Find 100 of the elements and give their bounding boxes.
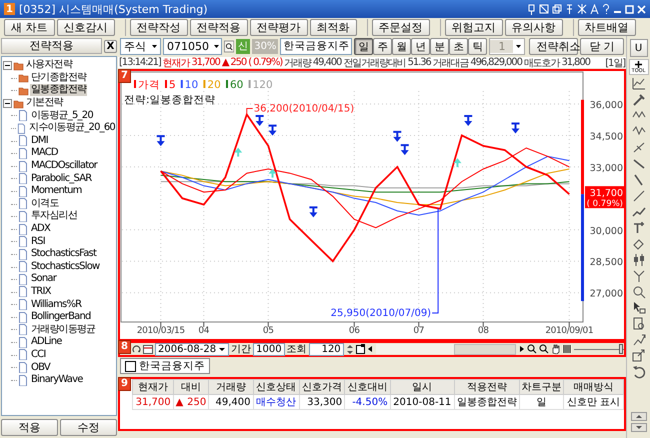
window-icon[interactable]: [356, 344, 365, 354]
tree-item[interactable]: CCI: [30, 348, 47, 361]
undo-icon[interactable]: [632, 365, 646, 379]
column-header[interactable]: 매매방식: [564, 380, 624, 394]
zoom-slider[interactable]: [619, 344, 623, 354]
tree-item[interactable]: 기본전략: [25, 97, 64, 110]
tree-item[interactable]: StochasticsSlow: [30, 260, 100, 273]
toolbar-button[interactable]: 신호감시: [56, 18, 114, 36]
column-header[interactable]: 현재가: [132, 380, 174, 394]
close-icon[interactable]: [637, 4, 646, 14]
zoom-out-icon[interactable]: [539, 344, 549, 354]
period-field[interactable]: 1000: [253, 342, 285, 356]
tree-item[interactable]: 이동평균_5_20: [30, 110, 94, 122]
period-tab[interactable]: 월: [392, 38, 412, 55]
tree-item[interactable]: BinaryWave: [30, 374, 84, 386]
symbol-tab[interactable]: 한국금융지주: [120, 358, 210, 374]
tree-item[interactable]: Williams%R: [30, 298, 82, 311]
calendar-icon[interactable]: [143, 344, 153, 354]
toolbar-button[interactable]: 전략평가: [250, 18, 308, 36]
zoom-in-icon[interactable]: [527, 344, 537, 354]
tree-item[interactable]: 일봉종합전략: [30, 84, 88, 96]
column-header[interactable]: 거래량: [208, 380, 253, 394]
column-header[interactable]: 일시: [390, 380, 454, 394]
column-header[interactable]: 차트구분: [519, 380, 564, 394]
period-tab[interactable]: 주: [373, 38, 392, 55]
period-tab[interactable]: 틱: [468, 38, 488, 55]
refresh-icon[interactable]: [132, 344, 141, 354]
code-field[interactable]: 071050: [163, 38, 222, 55]
action-button[interactable]: 전략취소: [529, 38, 578, 55]
arrows-icon[interactable]: [632, 333, 646, 347]
column-header[interactable]: 신호상태: [253, 380, 300, 394]
copy-icon[interactable]: [552, 4, 562, 14]
scroll-up-icon[interactable]: [630, 412, 646, 421]
cursor-icon[interactable]: [632, 301, 646, 315]
pin-icon[interactable]: [527, 4, 536, 14]
text-tool-icon[interactable]: [632, 221, 646, 235]
toolbar-button[interactable]: 새 차트: [4, 18, 54, 36]
period-tab[interactable]: 일: [354, 38, 374, 55]
export-icon[interactable]: [632, 349, 646, 363]
tree-item[interactable]: 단기종합전략: [30, 72, 88, 84]
close-button[interactable]: X: [104, 40, 117, 52]
toolbar-button[interactable]: 최적화: [310, 18, 356, 36]
period-tab[interactable]: 년: [411, 38, 430, 55]
chart-icon[interactable]: [632, 77, 646, 91]
scroll-down-icon[interactable]: [630, 423, 646, 432]
tree-item[interactable]: DMI: [30, 134, 49, 147]
tree-item[interactable]: ADLine: [30, 336, 63, 348]
tree-item[interactable]: 사용자전략: [25, 59, 74, 72]
tree-item[interactable]: Momentum: [30, 185, 83, 198]
collapse-icon[interactable]: [3, 60, 12, 70]
toolbar-button[interactable]: 유의사항: [504, 18, 562, 36]
scroll-right-icon[interactable]: [518, 344, 525, 354]
toolbar-button[interactable]: 주문설정: [372, 18, 430, 36]
pin-icon[interactable]: [565, 4, 574, 14]
tree-item[interactable]: 거래량이동평균: [30, 324, 96, 336]
sidebar-button[interactable]: 수정: [60, 419, 117, 436]
search-icon[interactable]: [224, 39, 234, 54]
bars-icon[interactable]: [563, 344, 572, 354]
page-search-icon[interactable]: [632, 317, 646, 331]
toolbar-button[interactable]: U: [630, 39, 648, 57]
line-tool-icon[interactable]: [632, 141, 646, 155]
diagonal-line-icon[interactable]: [632, 157, 646, 171]
scrollbar[interactable]: [376, 344, 516, 354]
toolbar-button[interactable]: 위험고지: [444, 18, 502, 36]
trend-icon[interactable]: [632, 205, 646, 219]
period-tab[interactable]: 분: [430, 38, 450, 55]
sidebar-button[interactable]: 적용: [1, 419, 58, 436]
date-field[interactable]: 2006-08-28: [155, 342, 230, 356]
action-button[interactable]: 닫 기: [580, 38, 624, 55]
column-header[interactable]: 신호가격: [299, 380, 345, 394]
font-icon[interactable]: [590, 4, 599, 14]
tree-item[interactable]: 지수이동평균_20_60: [28, 122, 116, 134]
period-tab[interactable]: 초: [449, 38, 468, 55]
column-header[interactable]: 적용전략: [454, 380, 520, 394]
tree-item[interactable]: ADX: [30, 223, 51, 236]
tree-item[interactable]: RSI: [30, 236, 46, 248]
tree-item[interactable]: MACD: [30, 147, 59, 160]
tree-item[interactable]: StochasticsFast: [30, 248, 98, 260]
market-select[interactable]: 주식: [120, 38, 161, 55]
tree-item[interactable]: MACDOscillator: [30, 160, 98, 172]
hand-icon[interactable]: [551, 344, 561, 354]
maximize-icon[interactable]: [625, 4, 634, 14]
tree-item[interactable]: 이격도: [30, 198, 60, 210]
help-icon[interactable]: [602, 4, 610, 14]
toolbar-button[interactable]: 전략작성: [130, 18, 188, 36]
diagonal-line-icon[interactable]: [632, 173, 646, 187]
column-header[interactable]: 신호대비: [344, 380, 390, 394]
line-icon[interactable]: [632, 189, 646, 203]
tree-item[interactable]: Parabolic_SAR: [30, 172, 92, 185]
checkbox[interactable]: [125, 360, 136, 372]
collapse-icon[interactable]: [3, 98, 12, 108]
tree-item[interactable]: 투자심리선: [30, 210, 78, 222]
tool-icon[interactable]: [632, 93, 646, 107]
tree-item[interactable]: OBV: [30, 362, 51, 374]
toolbar-button[interactable]: 전략적용: [190, 18, 248, 36]
tree-item[interactable]: Sonar: [30, 273, 58, 286]
tree-item[interactable]: TRIX: [30, 286, 52, 298]
toolbar-button[interactable]: 차트배열: [578, 18, 636, 36]
column-header[interactable]: 대비: [173, 380, 209, 394]
fork-icon[interactable]: [632, 269, 646, 283]
